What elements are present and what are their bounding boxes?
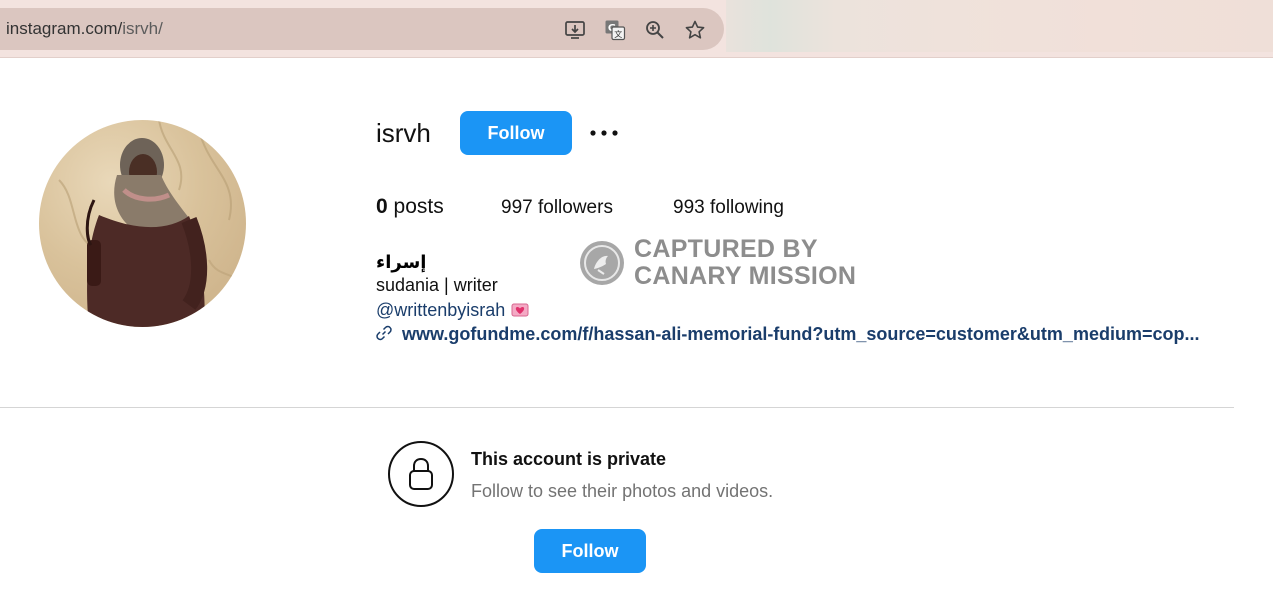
follow-button[interactable]: Follow bbox=[460, 111, 572, 155]
posts-label: posts bbox=[387, 195, 444, 218]
profile-full-name: إسراء bbox=[376, 252, 427, 273]
tab-strip-background bbox=[726, 0, 1273, 52]
profile-username: isrvh bbox=[376, 118, 431, 148]
install-app-icon[interactable] bbox=[564, 19, 586, 41]
private-account-subtitle: Follow to see their photos and videos. bbox=[471, 481, 774, 501]
translate-icon[interactable]: G文 bbox=[604, 19, 626, 41]
canary-bird-icon bbox=[580, 241, 624, 285]
watermark-line-1: CAPTURED BY bbox=[634, 235, 818, 263]
profile-avatar[interactable] bbox=[39, 120, 246, 327]
private-account-title: This account is private bbox=[471, 449, 667, 469]
bookmark-star-icon[interactable] bbox=[684, 19, 706, 41]
url-text[interactable]: instagram.com/isrvh/ bbox=[6, 19, 163, 39]
posts-number: 0 bbox=[376, 195, 388, 218]
canary-mission-watermark: CAPTURED BY CANARY MISSION bbox=[580, 236, 870, 292]
lock-icon bbox=[388, 441, 454, 507]
browser-toolbar: instagram.com/isrvh/ G文 bbox=[0, 0, 1273, 58]
heart-letter-emoji bbox=[511, 301, 529, 317]
address-bar[interactable]: instagram.com/isrvh/ G文 bbox=[0, 8, 724, 50]
url-host: instagram.com/ bbox=[6, 19, 123, 38]
section-divider bbox=[0, 407, 1234, 408]
svg-text:文: 文 bbox=[614, 29, 622, 39]
threads-handle-link[interactable]: @writtenbyisrah bbox=[376, 300, 529, 321]
external-link-text: www.gofundme.com/f/hassan-ali-memorial-f… bbox=[402, 324, 1200, 344]
followers-link[interactable]: 997 followers bbox=[501, 197, 613, 219]
watermark-text: CAPTURED BY CANARY MISSION bbox=[634, 236, 856, 290]
watermark-line-2: CANARY MISSION bbox=[634, 262, 857, 290]
link-icon bbox=[376, 325, 392, 341]
threads-handle: @writtenbyisrah bbox=[376, 300, 506, 320]
following-link[interactable]: 993 following bbox=[673, 197, 784, 219]
follow-button-private[interactable]: Follow bbox=[534, 529, 646, 573]
more-options-icon[interactable] bbox=[588, 122, 622, 144]
posts-count: 0 posts bbox=[376, 195, 444, 219]
profile-bio: sudania | writer bbox=[376, 275, 498, 295]
external-link[interactable]: www.gofundme.com/f/hassan-ali-memorial-f… bbox=[376, 324, 1236, 345]
zoom-icon[interactable] bbox=[644, 19, 666, 41]
url-path: isrvh/ bbox=[122, 19, 163, 38]
